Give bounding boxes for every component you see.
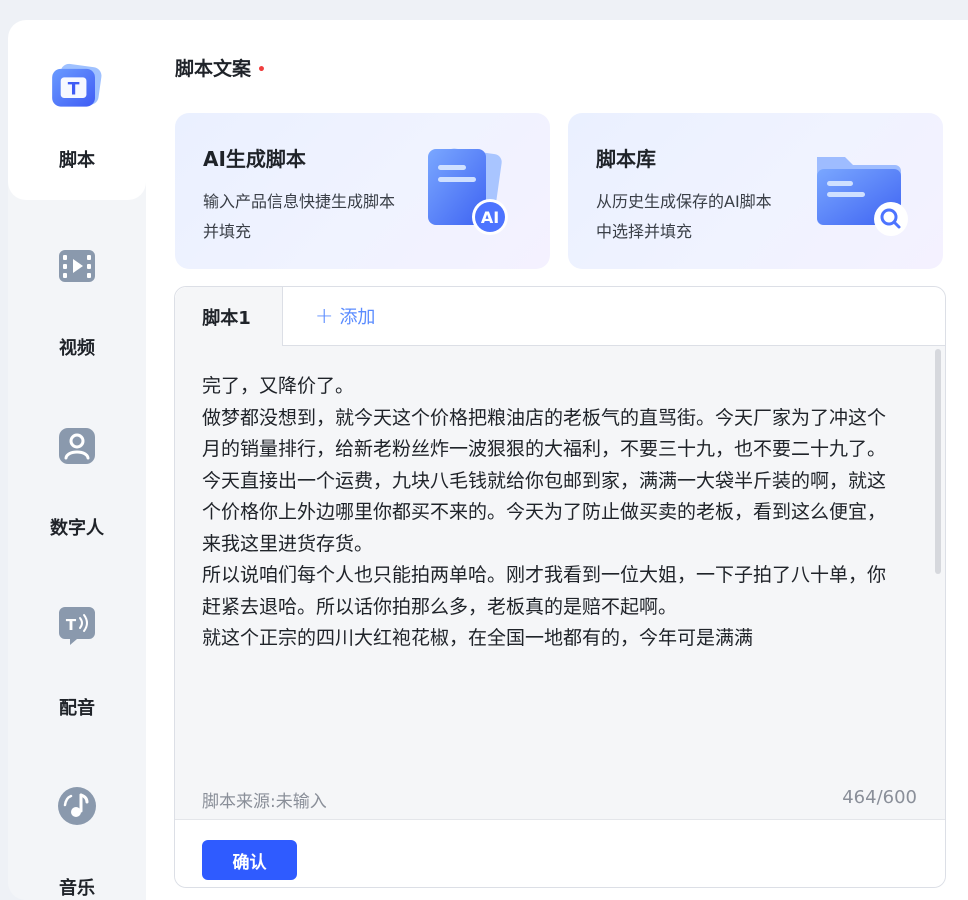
main-content: 脚本文案 • AI生成脚本 输入产品信息快捷生成脚本并填充 AI 脚本库 从历史… — [146, 20, 968, 900]
svg-text:T: T — [66, 616, 77, 634]
sidebar-item-label: 数字人 — [50, 518, 104, 539]
textarea-scrollbar[interactable] — [935, 349, 941, 574]
avatar-face-icon — [47, 416, 107, 476]
tab-script-1[interactable]: 脚本1 — [175, 287, 283, 346]
section-title-text: 脚本文案 — [175, 58, 252, 80]
video-icon — [47, 236, 107, 296]
confirm-button[interactable]: 确认 — [202, 840, 297, 880]
script-t-icon: T — [47, 56, 107, 116]
sidebar-item-label: 脚本 — [59, 150, 95, 171]
script-library-card[interactable]: 脚本库 从历史生成保存的AI脚本中选择并填充 — [568, 113, 943, 269]
script-tabbar: 脚本1 + 添加 — [175, 287, 945, 346]
sidebar: T 脚本 视频 数字人 T 配音 音乐 — [8, 20, 146, 900]
add-tab-button[interactable]: + 添加 — [315, 287, 375, 345]
ai-badge-text: AI — [481, 208, 499, 227]
card-description: 输入产品信息快捷生成脚本并填充 — [203, 192, 396, 241]
voiceover-icon: T — [47, 596, 107, 656]
sidebar-item-voiceover[interactable]: T 配音 — [8, 560, 146, 740]
music-note-icon — [47, 776, 107, 836]
script-editor: 脚本1 + 添加 完了，又降价了。 做梦都没想到，就今天这个价格把粮油店的老板气… — [174, 286, 946, 888]
add-tab-label: 添加 — [339, 307, 376, 328]
required-mark: • — [257, 61, 266, 78]
sidebar-item-label: 视频 — [59, 338, 95, 359]
card-description: 从历史生成保存的AI脚本中选择并填充 — [596, 192, 772, 241]
sidebar-item-label: 配音 — [59, 698, 95, 719]
svg-text:T: T — [68, 80, 80, 100]
editor-footer: 确认 — [175, 819, 945, 887]
sidebar-item-video[interactable]: 视频 — [8, 200, 146, 380]
ai-generate-script-card[interactable]: AI生成脚本 输入产品信息快捷生成脚本并填充 AI — [175, 113, 550, 269]
sidebar-item-script[interactable]: T 脚本 — [8, 20, 146, 200]
card-title: 脚本库 — [596, 147, 656, 171]
sidebar-item-music[interactable]: 音乐 — [8, 740, 146, 900]
folder-search-icon — [805, 135, 915, 245]
section-title: 脚本文案 • — [175, 54, 266, 81]
plus-icon: + — [315, 303, 334, 329]
char-count: 464/600 — [842, 787, 917, 808]
script-textarea[interactable]: 完了，又降价了。 做梦都没想到，就今天这个价格把粮油店的老板气的直骂街。今天厂家… — [202, 371, 902, 761]
card-title: AI生成脚本 — [203, 147, 306, 171]
app-panel: T 脚本 视频 数字人 T 配音 音乐 脚本文案 • AI生成脚本 输入产品信息… — [8, 20, 968, 900]
sidebar-item-label: 音乐 — [59, 878, 95, 899]
sidebar-item-digital-human[interactable]: 数字人 — [8, 380, 146, 560]
script-source-label: 脚本来源:未输入 — [202, 792, 327, 812]
ai-document-icon: AI — [412, 135, 522, 245]
